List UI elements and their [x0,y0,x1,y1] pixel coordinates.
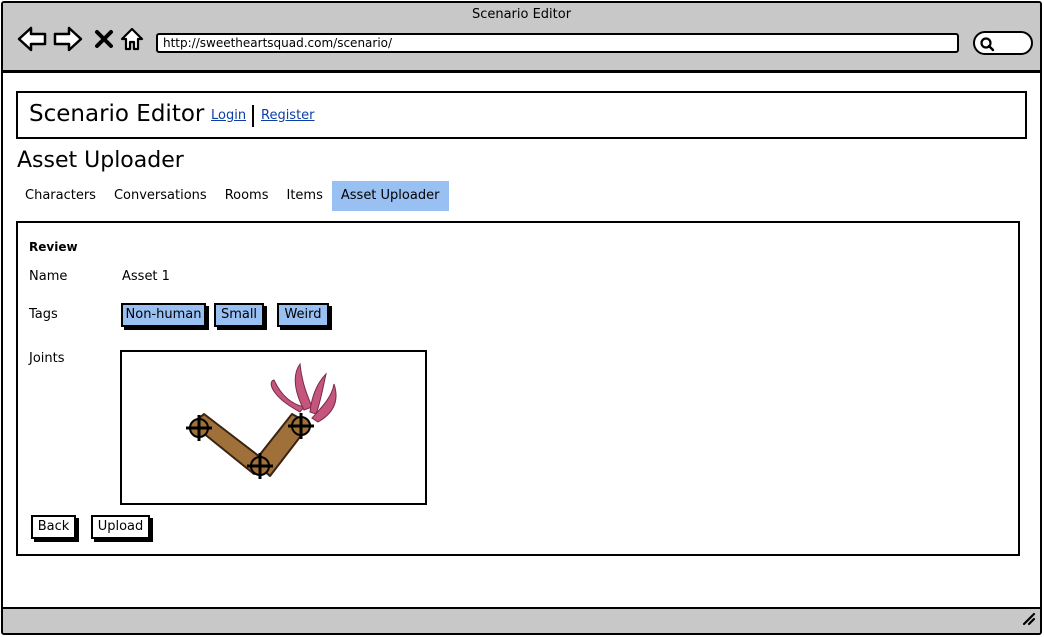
header-divider [252,105,254,127]
upload-button[interactable]: Upload [91,515,150,539]
tag-non-human[interactable]: Non-human [121,303,206,327]
review-panel: Review Name Asset 1 Tags Non-human Small… [16,221,1020,556]
register-link[interactable]: Register [261,108,315,123]
page-title: Asset Uploader [17,148,184,173]
login-link[interactable]: Login [211,108,246,123]
name-label: Name [29,269,68,284]
app-header: Scenario Editor Login Register [16,91,1027,139]
tab-rooms[interactable]: Rooms [216,181,278,211]
section-label-review: Review [29,240,78,254]
tab-characters[interactable]: Characters [16,181,105,211]
name-value: Asset 1 [122,269,170,284]
tab-bar: Characters Conversations Rooms Items Ass… [16,181,450,211]
joints-label: Joints [29,351,65,366]
app-title: Scenario Editor [29,101,205,127]
browser-statusbar [3,607,1040,633]
tags-label: Tags [29,307,58,322]
tag-weird[interactable]: Weird [277,303,329,327]
tab-conversations[interactable]: Conversations [105,181,216,211]
search-icon [980,37,995,52]
url-bar[interactable]: http://sweetheartsquad.com/scenario/ [156,33,959,53]
browser-window: Scenario Editor http://sweetheartsquad.c… [1,1,1042,635]
stop-icon[interactable] [89,24,119,54]
joints-canvas[interactable] [120,350,427,505]
forward-arrow-icon[interactable] [53,24,83,54]
back-arrow-icon[interactable] [17,24,47,54]
back-button[interactable]: Back [31,515,76,539]
browser-search-field[interactable] [973,31,1033,55]
tag-small[interactable]: Small [214,303,264,327]
home-icon[interactable] [117,24,147,54]
asset-limb-image [186,362,337,479]
window-title: Scenario Editor [471,7,572,22]
browser-titlebar: Scenario Editor http://sweetheartsquad.c… [3,3,1040,73]
tab-items[interactable]: Items [278,181,332,211]
resize-grip-icon[interactable] [1020,610,1036,630]
tab-asset-uploader[interactable]: Asset Uploader [331,181,450,211]
